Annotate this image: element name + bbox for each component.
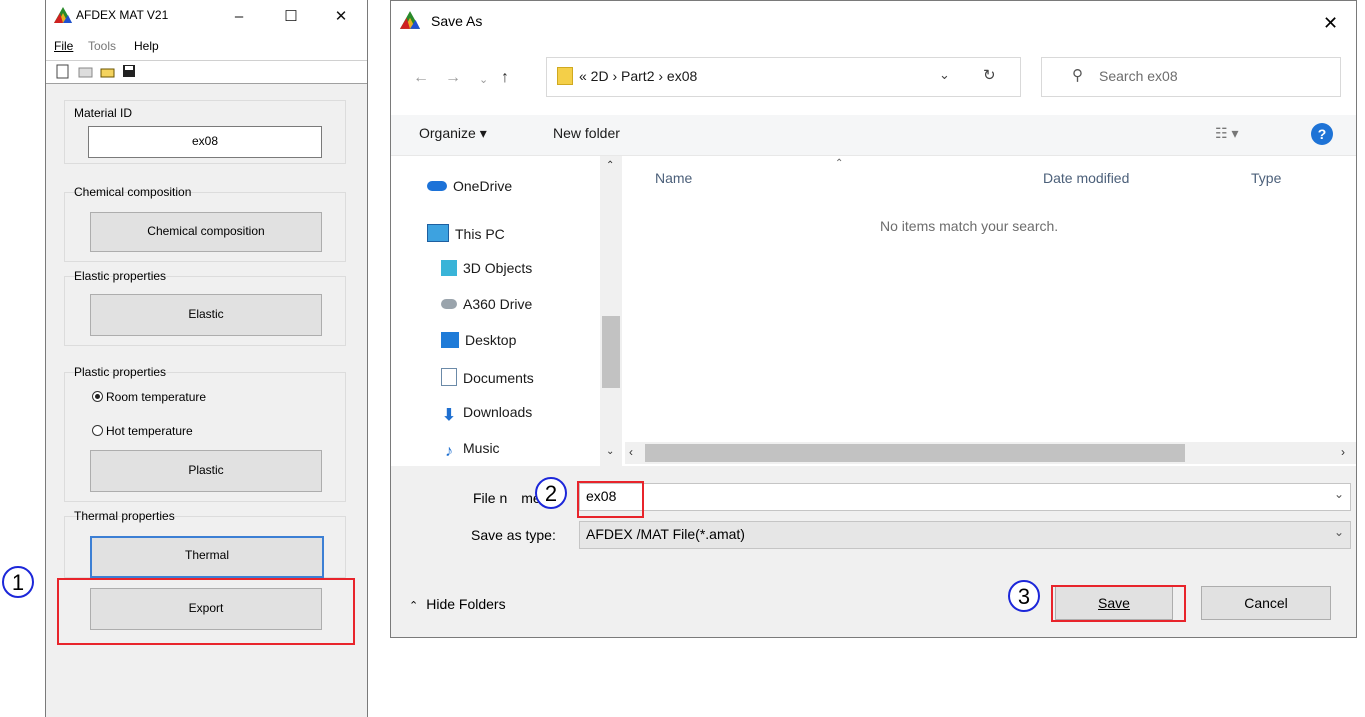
new-folder-button[interactable]: New folder xyxy=(553,125,620,141)
elastic-label: Elastic properties xyxy=(74,269,167,283)
nav-item-desktop[interactable]: Desktop xyxy=(441,332,516,348)
navigation-scrollbar[interactable]: ⌃ ⌄ xyxy=(600,156,622,466)
scroll-left-icon[interactable]: ‹ xyxy=(629,445,633,459)
up-arrow-icon[interactable]: ↑ xyxy=(501,69,509,87)
desktop-icon xyxy=(441,332,459,348)
view-options-icon[interactable]: ☷ ▾ xyxy=(1215,125,1238,142)
material-id-label: Material ID xyxy=(74,106,133,120)
hide-folders-button[interactable]: ⌃ Hide Folders xyxy=(409,596,506,612)
material-id-input[interactable]: ex08 xyxy=(88,126,322,158)
chevron-up-icon: ⌃ xyxy=(409,600,419,612)
step-3-marker: 3 xyxy=(1008,580,1040,612)
search-box[interactable]: ⚲ Search ex08 xyxy=(1041,57,1341,97)
nav-item-3d-objects[interactable]: 3D Objects xyxy=(441,260,532,276)
breadcrumb[interactable]: « 2D › Part2 › ex08 xyxy=(579,68,697,84)
step-1-marker: 1 xyxy=(2,566,34,598)
plastic-label: Plastic properties xyxy=(74,365,167,379)
navigation-pane: OneDrive This PC 3D Objects A360 Drive D… xyxy=(391,156,625,466)
address-bar[interactable]: « 2D › Part2 › ex08 ⌄ ↻ xyxy=(546,57,1021,97)
file-name-highlight-box xyxy=(577,481,644,518)
maximize-button[interactable]: ☐ xyxy=(276,6,306,28)
scroll-down-icon[interactable]: ⌄ xyxy=(606,446,614,457)
nav-item-this-pc[interactable]: This PC xyxy=(427,224,505,242)
step-2-marker: 2 xyxy=(535,477,567,509)
nav-item-a360-drive[interactable]: A360 Drive xyxy=(441,296,532,312)
app-logo-icon xyxy=(54,7,72,23)
horizontal-scroll-thumb[interactable] xyxy=(645,444,1185,462)
scroll-up-icon[interactable]: ⌃ xyxy=(606,160,614,171)
cube-icon xyxy=(441,260,457,276)
menu-file[interactable]: File xyxy=(54,39,73,53)
hot-temperature-radio[interactable]: Hot temperature xyxy=(92,424,193,438)
nav-item-music[interactable]: ♪ Music xyxy=(441,440,500,460)
scroll-right-icon[interactable]: › xyxy=(1341,445,1345,459)
folder-icon xyxy=(557,67,573,85)
nav-item-downloads[interactable]: ⬇ Downloads xyxy=(441,404,532,424)
elastic-button[interactable]: Elastic xyxy=(90,294,322,336)
dialog-close-button[interactable]: ✕ xyxy=(1323,13,1338,34)
export-highlight-box xyxy=(57,578,355,645)
column-header-type[interactable]: Type xyxy=(1251,170,1281,186)
thermal-label: Thermal properties xyxy=(74,509,175,523)
thermal-button[interactable]: Thermal xyxy=(90,536,324,578)
file-name-combo[interactable]: ex08 ⌄ xyxy=(579,483,1351,511)
music-note-icon: ♪ xyxy=(445,443,453,460)
chemical-composition-button[interactable]: Chemical composition xyxy=(90,212,322,252)
address-dropdown-chevron-icon[interactable]: ⌄ xyxy=(939,67,950,83)
save-icon[interactable] xyxy=(122,64,137,79)
plastic-button[interactable]: Plastic xyxy=(90,450,322,492)
room-temperature-radio[interactable]: Room temperature xyxy=(92,390,206,404)
save-as-type-dropdown-icon[interactable]: ⌄ xyxy=(1334,525,1344,539)
file-list-scrollbar[interactable]: ‹ › xyxy=(625,442,1356,464)
radio-unselected-icon xyxy=(92,425,103,436)
command-bar: Organize ▾ New folder ☷ ▾ ? xyxy=(391,115,1356,156)
computer-icon xyxy=(427,224,449,242)
dialog-title: Save As xyxy=(431,13,483,29)
menu-bar: File Tools Help xyxy=(46,36,367,56)
minimize-button[interactable]: – xyxy=(224,6,254,28)
refresh-icon[interactable]: ↻ xyxy=(983,66,996,84)
open-folder-icon[interactable] xyxy=(100,64,116,79)
scroll-thumb[interactable] xyxy=(602,316,620,388)
download-arrow-icon: ⬇ xyxy=(442,407,456,424)
close-button[interactable]: ✕ xyxy=(326,6,356,28)
help-icon[interactable]: ? xyxy=(1311,123,1333,145)
toolbar xyxy=(46,60,367,84)
save-as-dialog: Save As ✕ ← → ⌄ ↑ « 2D › Part2 › ex08 ⌄ … xyxy=(390,0,1357,638)
sort-ascending-icon: ⌃ xyxy=(835,158,844,169)
nav-item-onedrive[interactable]: OneDrive xyxy=(427,178,512,194)
drive-icon xyxy=(441,299,457,309)
open-icon[interactable] xyxy=(78,64,94,79)
documents-icon xyxy=(441,368,457,386)
search-icon: ⚲ xyxy=(1072,67,1083,84)
nav-item-documents[interactable]: Documents xyxy=(441,368,534,386)
radio-selected-icon xyxy=(92,391,103,402)
cancel-button[interactable]: Cancel xyxy=(1201,586,1331,620)
chemical-label: Chemical composition xyxy=(74,185,192,199)
save-as-type-select[interactable]: AFDEX /MAT File(*.amat) ⌄ xyxy=(579,521,1351,549)
organize-button[interactable]: Organize ▾ xyxy=(419,125,487,142)
back-arrow-icon[interactable]: ← xyxy=(413,69,429,87)
title-bar: AFDEX MAT V21 – ☐ ✕ xyxy=(46,0,367,34)
cloud-icon xyxy=(427,181,447,191)
file-list-pane: Name ⌃ Date modified Type No items match… xyxy=(625,156,1356,466)
column-header-date-modified[interactable]: Date modified xyxy=(1043,170,1129,186)
new-file-icon[interactable] xyxy=(56,64,70,79)
save-highlight-box xyxy=(1051,585,1186,622)
menu-help[interactable]: Help xyxy=(134,39,159,53)
column-header-name[interactable]: Name xyxy=(655,170,692,186)
file-name-label: File n me: xyxy=(473,490,545,506)
dialog-logo-icon xyxy=(400,11,420,29)
search-input[interactable]: Search ex08 xyxy=(1099,68,1178,84)
file-name-dropdown-icon[interactable]: ⌄ xyxy=(1334,487,1344,501)
save-as-type-label: Save as type: xyxy=(471,527,556,543)
empty-message: No items match your search. xyxy=(880,218,1059,234)
window-title: AFDEX MAT V21 xyxy=(76,8,169,22)
menu-tools[interactable]: Tools xyxy=(88,39,116,53)
forward-arrow-icon[interactable]: → xyxy=(445,69,461,87)
recent-locations-chevron-icon[interactable]: ⌄ xyxy=(479,73,488,86)
